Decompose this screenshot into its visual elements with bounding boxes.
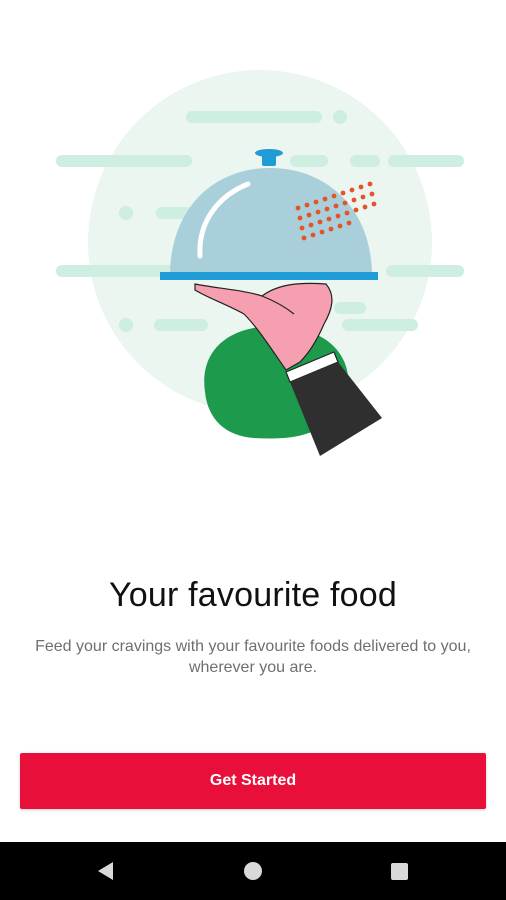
back-button[interactable]: [75, 842, 135, 900]
recent-apps-icon: [390, 862, 408, 880]
recent-apps-button[interactable]: [369, 842, 429, 900]
serving-cloche-illustration: [56, 70, 464, 456]
back-icon: [97, 862, 113, 880]
onboarding-subtitle: Feed your cravings with your favourite f…: [35, 638, 471, 676]
home-icon: [244, 862, 262, 880]
home-button[interactable]: [223, 842, 283, 900]
onboarding-title: Your favourite food: [109, 576, 397, 614]
system-navigation-bar: [0, 842, 506, 900]
onboarding-screen: Your favourite food Feed your cravings w…: [0, 0, 506, 842]
get-started-button[interactable]: Get Started: [20, 753, 486, 809]
